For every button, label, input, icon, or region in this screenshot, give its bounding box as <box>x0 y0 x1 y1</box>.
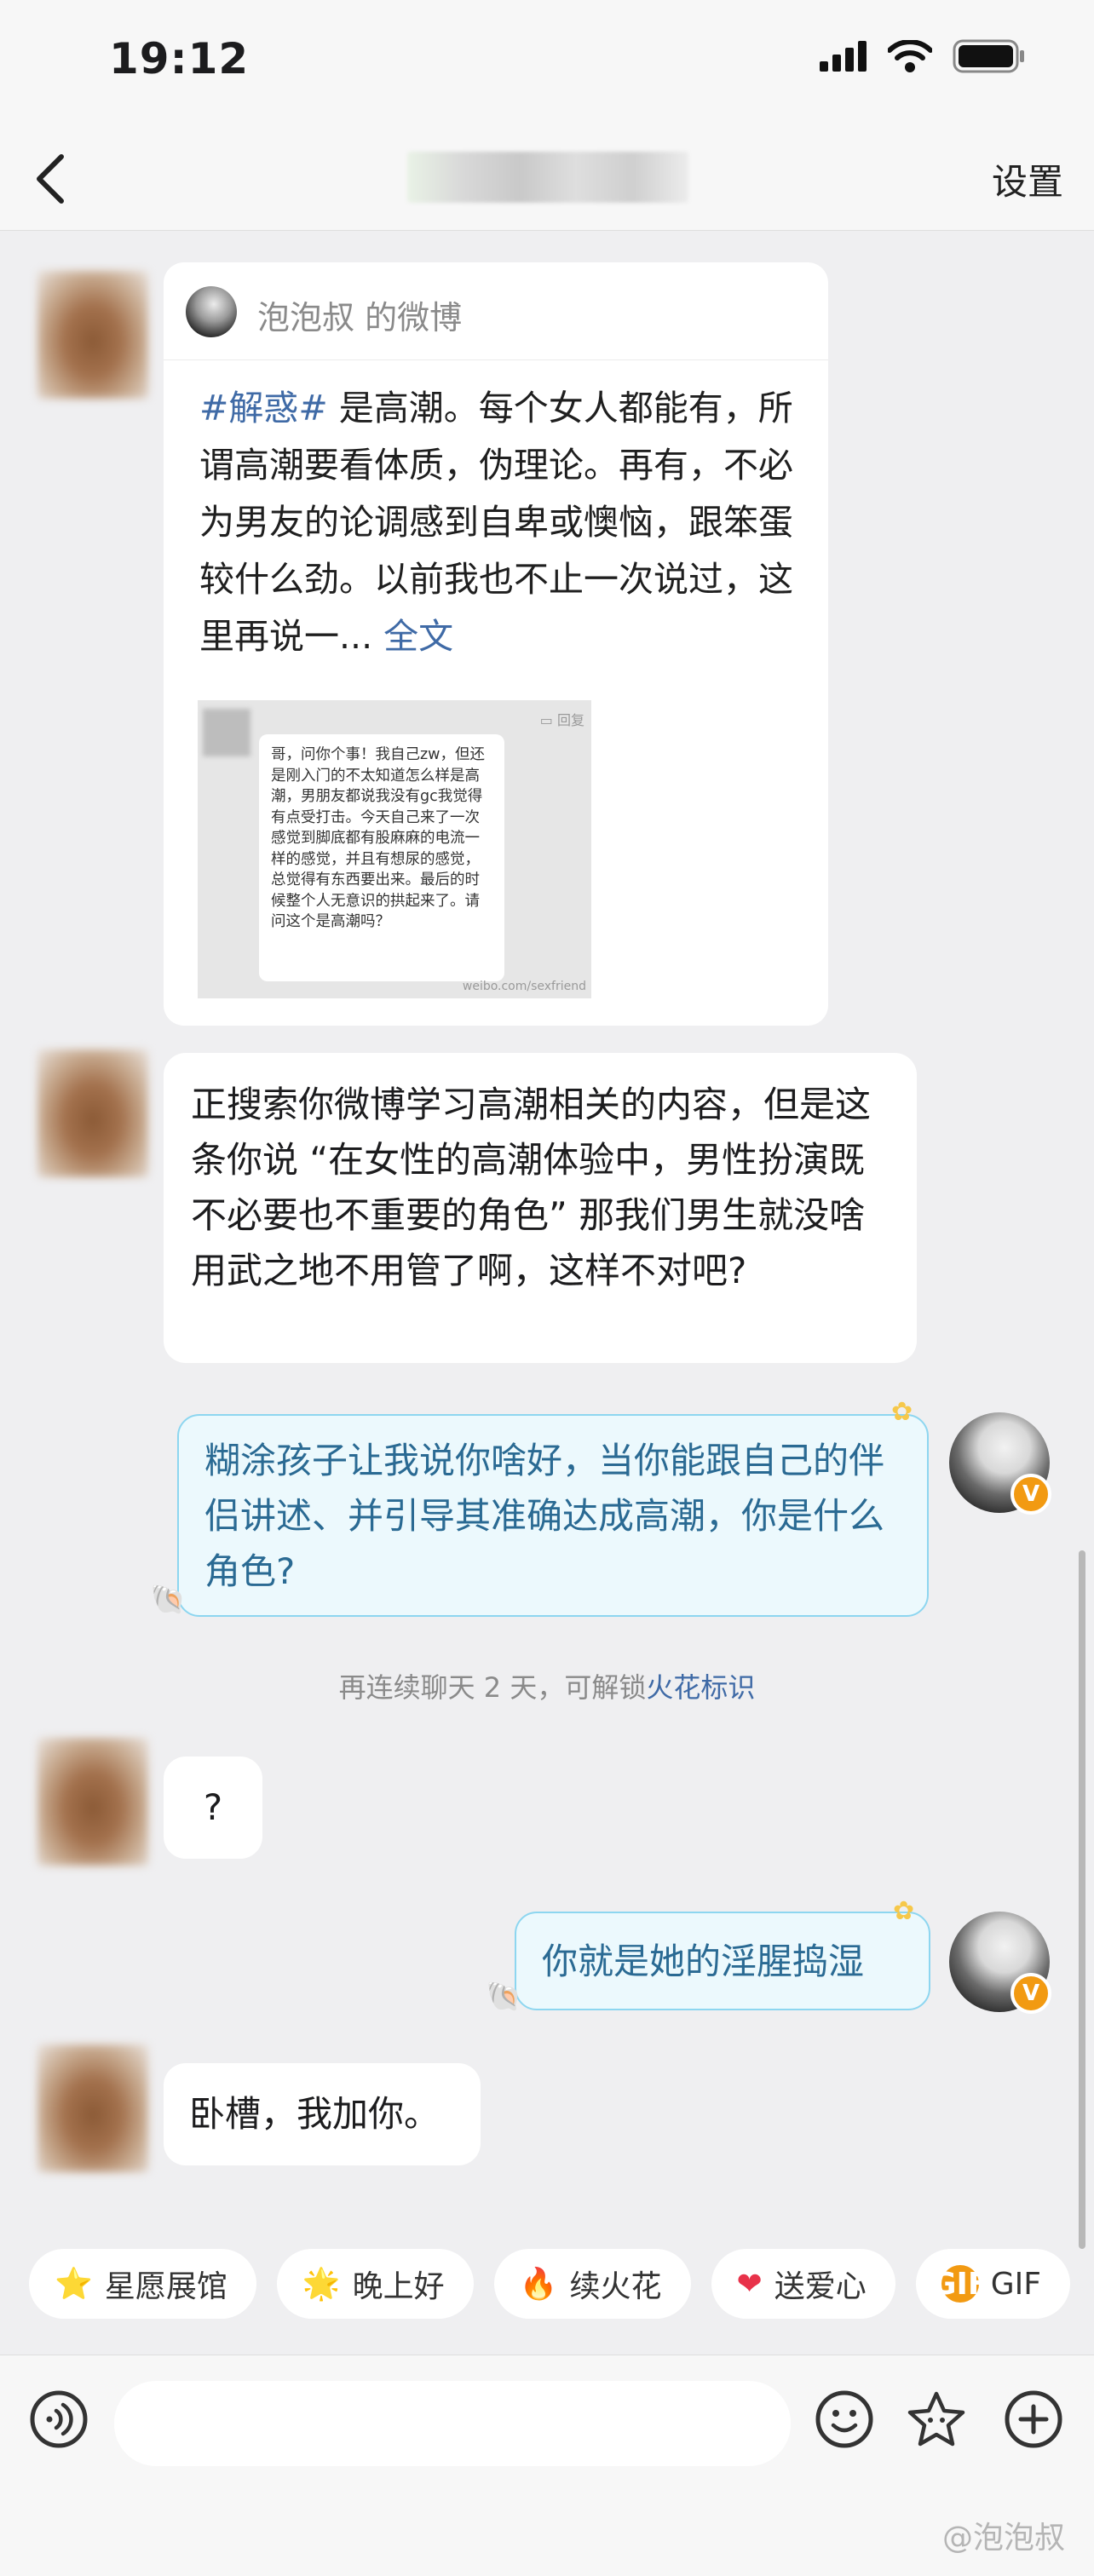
chip-good-evening[interactable]: 🌟 晚上好 <box>276 2249 474 2319</box>
image-question-text: 哥，问你个事！我自己zw，但还是刚入门的不太知道怎么样是高潮，男朋友都说我没有g… <box>259 734 504 981</box>
shared-weibo-card[interactable]: 泡泡叔 的微博 #解惑# 是高潮。每个女人都能有，所谓高潮要看体质，伪理论。再有… <box>164 262 828 1026</box>
avatar[interactable] <box>37 2044 148 2172</box>
message-input[interactable] <box>114 2381 791 2466</box>
message-bubble[interactable]: 卧槽，我加你。 <box>164 2063 481 2165</box>
avatar[interactable] <box>37 1738 148 1866</box>
nav-bar: 设置 <box>0 128 1094 231</box>
chip-continue-spark[interactable]: 🔥 续火花 <box>493 2249 691 2319</box>
message-bubble[interactable]: ? <box>164 1757 262 1859</box>
avatar[interactable] <box>37 1049 148 1177</box>
plus-icon[interactable] <box>1004 2389 1063 2449</box>
verified-badge-icon: V <box>1011 1973 1051 2014</box>
system-notice: 再连续聊天 2 天，可解锁火花标识 <box>338 1671 756 1704</box>
image-avatar <box>203 709 250 756</box>
shell-decoration-icon: 🐚 <box>150 1583 187 1617</box>
chip-send-love[interactable]: ❤ 送爱心 <box>711 2249 895 2319</box>
hashtag-link[interactable]: #解惑# <box>199 388 328 428</box>
status-time: 19:12 <box>109 34 250 83</box>
settings-button[interactable]: 设置 <box>992 153 1063 205</box>
smile-star-icon: 🌟 <box>302 2267 341 2302</box>
input-bar: @泡泡叔 <box>0 2355 1094 2576</box>
comment-icon: ▭ <box>539 712 553 728</box>
card-image[interactable]: ▭ 回复 哥，问你个事！我自己zw，但还是刚入门的不太知道怎么样是高潮，男朋友都… <box>198 700 591 998</box>
battery-icon <box>953 39 1024 73</box>
back-icon[interactable] <box>20 145 89 213</box>
my-message-bubble[interactable]: 糊涂孩子让我说你啥好，当你能跟自己的伴侣讲述、并引导其准确达成高潮，你是什么角色… <box>177 1414 929 1617</box>
chip-gif[interactable]: GIF GIF <box>915 2249 1070 2319</box>
sparkle-icon: ✿ <box>893 1896 915 1926</box>
avatar[interactable] <box>37 271 148 399</box>
card-header: 泡泡叔 的微博 <box>164 262 828 360</box>
conversation-title <box>407 152 688 203</box>
sparkle-icon: ✿ <box>891 1397 913 1427</box>
card-author: 泡泡叔 的微博 <box>257 299 463 336</box>
wifi-icon <box>888 40 932 72</box>
verified-badge-icon: V <box>1011 1474 1051 1515</box>
heart-icon: ❤ <box>736 2266 763 2302</box>
sticker-star-icon[interactable] <box>907 2389 966 2449</box>
author-avatar <box>186 286 237 337</box>
my-message-bubble[interactable]: 你就是她的淫腥捣湿 <box>515 1912 930 2010</box>
star-face-icon: ⭐ <box>55 2267 93 2302</box>
my-avatar[interactable]: V <box>949 1412 1051 1515</box>
spark-mark-link[interactable]: 火花标识 <box>646 1671 755 1704</box>
fire-icon: 🔥 <box>519 2267 558 2302</box>
card-text: #解惑# 是高潮。每个女人都能有，所谓高潮要看体质，伪理论。再有，不必为男友的论… <box>199 380 796 665</box>
status-icons <box>820 39 1026 73</box>
weibo-watermark: @泡泡叔 <box>941 2521 1065 2556</box>
voice-icon[interactable] <box>29 2389 89 2449</box>
full-text-link[interactable]: 全文 <box>383 616 453 657</box>
gif-icon: GIF <box>930 2265 989 2303</box>
my-avatar[interactable]: V <box>949 1912 1051 2014</box>
image-reply-label: ▭ 回复 <box>539 712 584 728</box>
message-bubble[interactable]: 正搜索你微博学习高潮相关的内容，但是这条你说 “在女性的高潮体验中，男性扮演既不… <box>164 1053 917 1363</box>
status-bar: 19:12 <box>0 0 1094 128</box>
chip-star-gallery[interactable]: ⭐ 星愿展馆 <box>29 2249 256 2319</box>
image-watermark: weibo.com/sexfriend <box>462 980 586 993</box>
emoji-icon[interactable] <box>815 2389 874 2449</box>
scrollbar[interactable] <box>1079 1550 1085 2249</box>
quick-reply-chips: ⭐ 星愿展馆 🌟 晚上好 🔥 续火花 ❤ 送爱心 GIF GIF <box>29 2249 1070 2319</box>
shell-decoration-icon: 🐚 <box>486 1980 522 2014</box>
cellular-signal-icon <box>820 41 867 72</box>
